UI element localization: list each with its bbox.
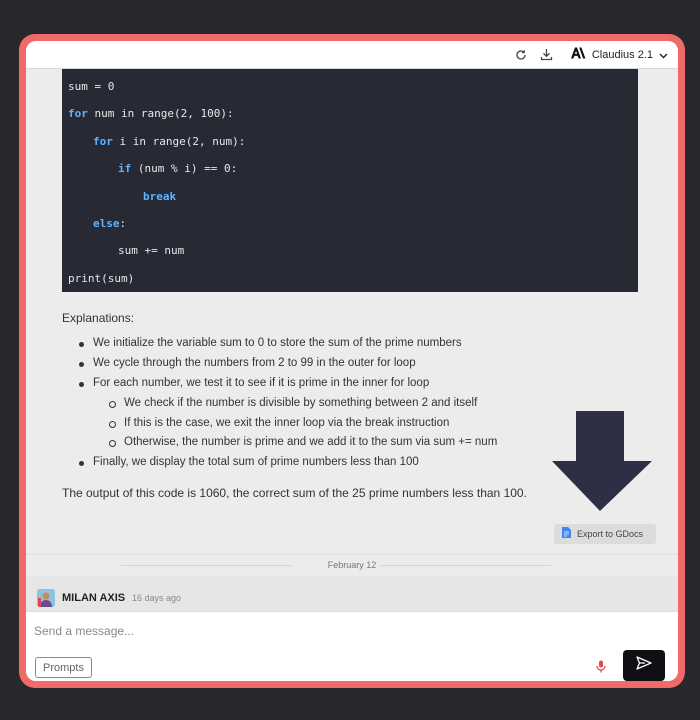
down-arrow-icon	[552, 411, 652, 516]
assistant-message: sum = 0 for num in range(2, 100): for i …	[26, 69, 678, 549]
model-selector[interactable]: Claudius 2.1	[570, 46, 668, 64]
microphone-icon[interactable]	[596, 660, 606, 678]
explanations-heading: Explanations:	[62, 311, 135, 325]
list-item: For each number, we test it to see if it…	[62, 374, 582, 394]
code-text: :	[119, 216, 127, 230]
export-to-gdocs-button[interactable]: Export to GDocs	[554, 524, 656, 544]
date-separator: February 12	[26, 558, 678, 572]
list-item: If this is the case, we exit the inner l…	[62, 414, 582, 434]
code-line: for num in range(2, 100):	[68, 100, 638, 127]
code-text: num in range(2, 100):	[87, 107, 234, 121]
code-line: print(sum)	[68, 265, 638, 292]
code-keyword: for	[93, 134, 113, 148]
code-line: if (num % i) == 0:	[68, 155, 638, 182]
refresh-icon[interactable]	[512, 46, 530, 64]
list-item: Finally, we display the total sum of pri…	[62, 453, 582, 473]
list-item: Otherwise, the number is prime and we ad…	[62, 433, 582, 453]
explanation-list: We initialize the variable sum to 0 to s…	[62, 334, 582, 473]
chat-window: Claudius 2.1 sum = 0 for num in range(2,…	[26, 41, 678, 681]
message-time: 16 days ago	[132, 593, 182, 603]
chevron-down-icon	[659, 46, 668, 64]
code-line: else:	[68, 210, 638, 237]
anthropic-logo-icon	[570, 46, 586, 64]
download-icon[interactable]	[538, 46, 556, 64]
code-keyword: if	[118, 162, 132, 176]
message-author: MILAN AXIS	[62, 592, 126, 604]
user-message: MILAN AXIS 16 days ago	[26, 576, 678, 616]
message-divider	[26, 554, 678, 555]
code-keyword: else	[93, 216, 120, 230]
list-item: We cycle through the numbers from 2 to 9…	[62, 354, 582, 374]
top-bar: Claudius 2.1	[26, 41, 678, 69]
export-label: Export to GDocs	[577, 529, 644, 539]
list-item: We initialize the variable sum to 0 to s…	[62, 334, 582, 354]
list-item: We check if the number is divisible by s…	[62, 394, 582, 414]
code-text: sum = 0	[68, 80, 115, 93]
code-text: i in range(2, num):	[112, 134, 246, 148]
output-summary: The output of this code is 1060, the cor…	[62, 486, 527, 500]
code-line: sum = 0	[68, 73, 638, 100]
code-line: break	[68, 183, 638, 210]
code-keyword: break	[143, 189, 177, 203]
separator-line	[381, 565, 551, 566]
date-label: February 12	[319, 560, 385, 570]
separator-line	[121, 565, 291, 566]
code-line: sum += num	[68, 237, 638, 264]
code-text: (num % i) == 0:	[131, 162, 238, 176]
code-block: sum = 0 for num in range(2, 100): for i …	[62, 69, 638, 292]
model-name: Claudius 2.1	[591, 48, 653, 61]
highlight-frame: Claudius 2.1 sum = 0 for num in range(2,…	[19, 34, 685, 688]
code-text: print(sum)	[68, 271, 135, 285]
code-text: sum += num	[118, 244, 185, 258]
code-line: for i in range(2, num):	[68, 128, 638, 155]
google-docs-icon	[562, 525, 571, 543]
prompts-button[interactable]: Prompts	[35, 657, 92, 678]
message-input[interactable]	[34, 620, 574, 642]
avatar[interactable]	[37, 589, 55, 607]
code-keyword: for	[68, 107, 88, 121]
composer: Prompts	[26, 611, 678, 681]
send-icon	[636, 656, 652, 675]
send-button[interactable]	[623, 650, 665, 681]
